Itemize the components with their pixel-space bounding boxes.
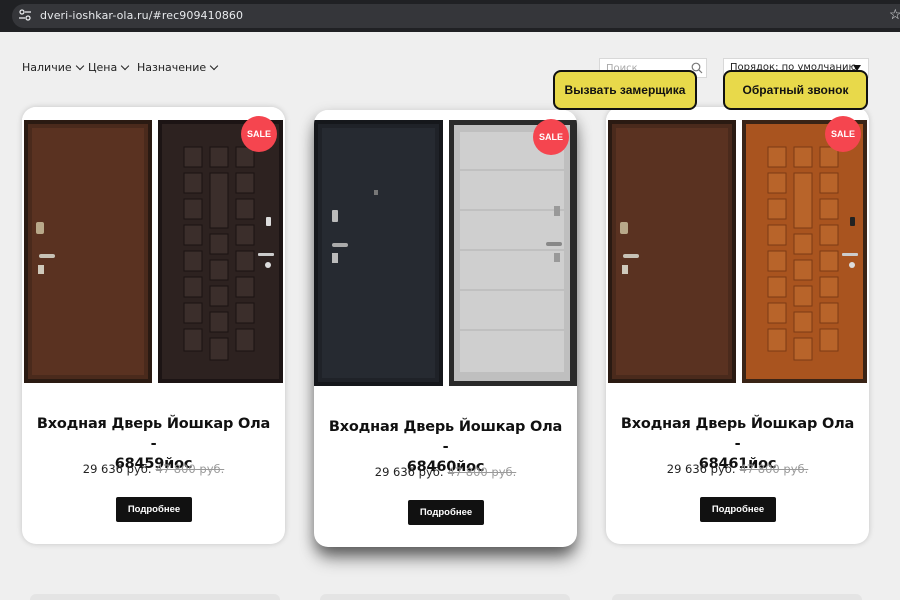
next-row-card-edge [30, 594, 280, 600]
next-row-card-edge [612, 594, 862, 600]
price-current: 29 636 руб. [374, 465, 444, 479]
bookmark-star-icon[interactable]: ☆ [889, 6, 900, 23]
chevron-down-icon [209, 61, 219, 71]
product-card[interactable]: SALE Входная Дверь Йошкар Ола - 68460йос… [314, 110, 577, 547]
price-row: 29 636 руб. 47 800 руб. [314, 465, 577, 479]
details-button[interactable]: Подробнее [408, 500, 484, 525]
url-text[interactable]: dveri-ioshkar-ola.ru/#rec909410860 [40, 9, 243, 22]
browser-address-bar: dveri-ioshkar-ola.ru/#rec909410860 ☆ [0, 0, 900, 32]
product-image[interactable] [606, 107, 869, 383]
filter-price[interactable]: Цена [88, 61, 130, 74]
next-row-card-edge [320, 594, 570, 600]
site-settings-icon[interactable] [18, 8, 32, 22]
filter-availability[interactable]: Наличие [22, 61, 84, 74]
price-current: 29 636 руб. [666, 462, 736, 476]
filter-purpose-label: Назначение [137, 61, 207, 74]
chevron-down-icon [121, 61, 130, 71]
price-row: 29 636 руб. 47 800 руб. [22, 462, 285, 476]
callback-button[interactable]: Обратный звонок [723, 70, 868, 110]
product-card[interactable]: SALE Входная Дверь Йошкар Ола - 68459йос… [22, 107, 285, 544]
filter-price-label: Цена [88, 61, 118, 74]
price-old: 47 800 руб. [155, 462, 225, 476]
price-current: 29 636 руб. [82, 462, 152, 476]
filter-purpose[interactable]: Назначение [137, 61, 219, 74]
price-old: 47 800 руб. [447, 465, 517, 479]
sale-badge: SALE [533, 119, 569, 155]
call-measurer-button[interactable]: Вызвать замерщика [553, 70, 697, 110]
details-button[interactable]: Подробнее [116, 497, 192, 522]
product-image[interactable] [22, 107, 285, 383]
sale-badge: SALE [241, 116, 277, 152]
sale-badge: SALE [825, 116, 861, 152]
details-button[interactable]: Подробнее [700, 497, 776, 522]
price-row: 29 636 руб. 47 800 руб. [606, 462, 869, 476]
product-title-line1: Входная Дверь Йошкар Ола - [620, 416, 855, 452]
product-title-line1: Входная Дверь Йошкар Ола - [328, 419, 563, 455]
product-title-line1: Входная Дверь Йошкар Ола - [36, 416, 271, 452]
price-old: 47 800 руб. [739, 462, 809, 476]
chevron-down-icon [75, 61, 84, 71]
filter-availability-label: Наличие [22, 61, 72, 74]
product-card[interactable]: SALE Входная Дверь Йошкар Ола - 68461йос… [606, 107, 869, 544]
product-image[interactable] [314, 110, 577, 386]
